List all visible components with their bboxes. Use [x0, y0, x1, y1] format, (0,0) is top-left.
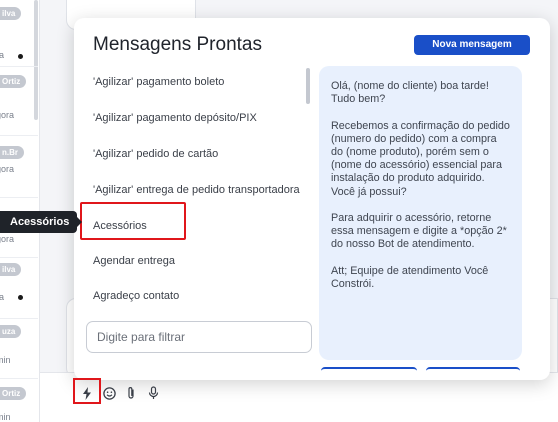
conversation-item[interactable]: ilva ra — [0, 260, 38, 302]
conversation-tag: ilva — [0, 263, 22, 276]
emoji-icon[interactable] — [102, 386, 116, 400]
conversation-item[interactable]: ra — [0, 30, 38, 68]
preview-action-button[interactable] — [321, 367, 417, 373]
tooltip: Acessórios — [0, 211, 83, 233]
quick-replies-modal: Mensagens Prontas Nova mensagem 'Agiliza… — [74, 18, 550, 380]
conversation-time: gora — [0, 110, 15, 120]
conversation-item[interactable]: Ortiz min — [0, 384, 38, 422]
conversation-item[interactable]: Ortiz gora — [0, 70, 38, 120]
selection-highlight — [80, 202, 186, 240]
divider — [0, 257, 38, 258]
composer-icons — [80, 384, 160, 402]
quick-reply-item[interactable]: Agradeço contato — [93, 290, 309, 302]
list-scrollbar[interactable] — [306, 68, 310, 104]
divider — [0, 378, 38, 379]
conversation-tag: Ortiz — [0, 387, 27, 400]
conversation-time: ra — [0, 50, 4, 60]
conversation-time: ra — [0, 292, 4, 302]
divider — [0, 197, 38, 198]
divider — [0, 66, 38, 67]
conversation-tag: Ortiz — [0, 75, 27, 88]
conversation-item[interactable]: n.Br gora — [0, 140, 38, 178]
modal-title: Mensagens Prontas — [93, 34, 262, 55]
conversation-time: min — [0, 412, 11, 422]
bolt-icon[interactable] — [80, 386, 94, 400]
quick-reply-item[interactable]: 'Agilizar' pagamento depósito/PIX — [93, 112, 309, 124]
conversation-time: gora — [0, 234, 15, 244]
quick-reply-item[interactable]: 'Agilizar' pedido de cartão — [93, 148, 309, 160]
divider — [0, 135, 38, 136]
unread-dot — [18, 54, 23, 59]
mic-icon[interactable] — [146, 386, 160, 400]
conversation-item[interactable]: uza min — [0, 322, 38, 365]
conversation-tag: n.Br — [0, 146, 24, 159]
attach-icon[interactable] — [124, 386, 138, 400]
conversation-tag: ilva — [0, 7, 22, 20]
divider — [0, 318, 38, 319]
conversation-tag: uza — [0, 325, 22, 338]
conversation-time: gora — [0, 164, 15, 174]
quick-reply-item[interactable]: 'Agilizar' pagamento boleto — [93, 76, 309, 88]
quick-reply-item[interactable]: Agendar entrega — [93, 255, 309, 267]
new-message-button[interactable]: Nova mensagem — [414, 35, 530, 55]
conversation-time: min — [0, 355, 11, 365]
preview-action-button[interactable] — [426, 367, 520, 373]
message-preview: Olá, (nome do cliente) boa tarde! Tudo b… — [319, 66, 522, 360]
filter-input[interactable] — [86, 321, 312, 353]
quick-reply-item[interactable]: 'Agilizar' entrega de pedido transportad… — [93, 184, 309, 196]
quick-reply-list: 'Agilizar' pagamento boleto 'Agilizar' p… — [74, 66, 312, 316]
unread-dot — [18, 295, 23, 300]
